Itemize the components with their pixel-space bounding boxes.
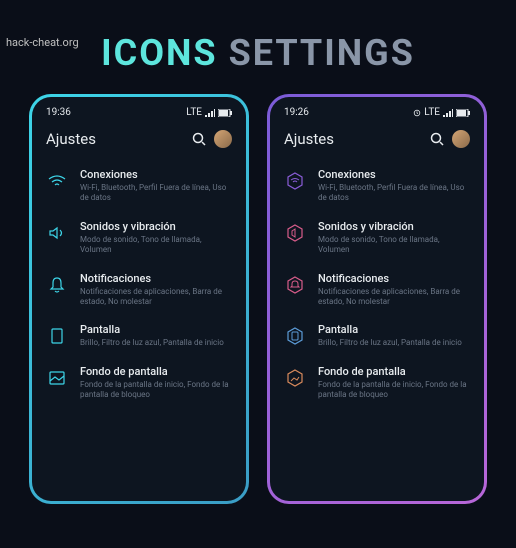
battery-icon — [456, 109, 470, 117]
item-title: Fondo de pantalla — [80, 365, 232, 378]
setting-display[interactable]: Pantalla Brillo, Filtro de luz azul, Pan… — [280, 315, 474, 356]
avatar[interactable] — [452, 130, 470, 148]
setting-notifications[interactable]: Notificaciones Notificaciones de aplicac… — [280, 264, 474, 316]
network-label: LTE — [186, 107, 202, 118]
item-title: Pantalla — [80, 323, 232, 336]
status-indicators: LTE — [186, 107, 232, 118]
setting-connections[interactable]: Conexiones Wi-Fi, Bluetooth, Perfil Fuer… — [42, 160, 236, 212]
item-title: Fondo de pantalla — [318, 365, 470, 378]
item-subtitle: Modo de sonido, Tono de llamada, Volumen — [318, 235, 470, 256]
settings-header: Ajustes — [42, 126, 236, 160]
signal-icon — [443, 109, 453, 117]
status-indicators: LTE — [413, 107, 470, 118]
phones-row: 19:36 LTE Ajustes Conexio — [0, 94, 516, 504]
setting-display[interactable]: Pantalla Brillo, Filtro de luz azul, Pan… — [42, 315, 236, 356]
display-icon — [46, 325, 68, 347]
setting-wallpaper[interactable]: Fondo de pantalla Fondo de la pantalla d… — [42, 357, 236, 409]
watermark-text: hack-cheat.org — [6, 36, 79, 49]
phone-screen: 19:36 LTE Ajustes Conexio — [32, 97, 246, 501]
item-title: Conexiones — [318, 168, 470, 181]
item-title: Notificaciones — [318, 272, 470, 285]
setting-wallpaper[interactable]: Fondo de pantalla Fondo de la pantalla d… — [280, 357, 474, 409]
setting-notifications[interactable]: Notificaciones Notificaciones de aplicac… — [42, 264, 236, 316]
wallpaper-icon — [284, 367, 306, 389]
item-subtitle: Notificaciones de aplicaciones, Barra de… — [318, 287, 470, 308]
alarm-icon — [413, 109, 421, 117]
item-subtitle: Brillo, Filtro de luz azul, Pantalla de … — [80, 338, 232, 348]
avatar[interactable] — [214, 130, 232, 148]
phone-screen: 19:26 LTE Ajustes — [270, 97, 484, 501]
sound-icon — [46, 222, 68, 244]
search-icon[interactable] — [430, 132, 444, 146]
wifi-icon — [46, 170, 68, 192]
item-subtitle: Fondo de la pantalla de inicio, Fondo de… — [318, 380, 470, 401]
sound-icon — [284, 222, 306, 244]
item-subtitle: Notificaciones de aplicaciones, Barra de… — [80, 287, 232, 308]
battery-icon — [218, 109, 232, 117]
display-icon — [284, 325, 306, 347]
setting-connections[interactable]: Conexiones Wi-Fi, Bluetooth, Perfil Fuer… — [280, 160, 474, 212]
header-title: Ajustes — [284, 130, 334, 148]
item-title: Pantalla — [318, 323, 470, 336]
item-title: Notificaciones — [80, 272, 232, 285]
title-accent: ICONS — [101, 32, 217, 74]
bell-icon — [284, 274, 306, 296]
wifi-icon — [284, 170, 306, 192]
status-bar: 19:26 LTE — [280, 105, 474, 126]
item-subtitle: Wi-Fi, Bluetooth, Perfil Fuera de línea,… — [318, 183, 470, 204]
item-subtitle: Wi-Fi, Bluetooth, Perfil Fuera de línea,… — [80, 183, 232, 204]
item-title: Sonidos y vibración — [318, 220, 470, 233]
status-time: 19:36 — [46, 107, 71, 118]
network-label: LTE — [424, 107, 440, 118]
title-muted: SETTINGS — [229, 32, 415, 74]
setting-sounds[interactable]: Sonidos y vibración Modo de sonido, Tono… — [42, 212, 236, 264]
item-subtitle: Fondo de la pantalla de inicio, Fondo de… — [80, 380, 232, 401]
status-time: 19:26 — [284, 107, 309, 118]
item-title: Sonidos y vibración — [80, 220, 232, 233]
item-subtitle: Brillo, Filtro de luz azul, Pantalla de … — [318, 338, 470, 348]
signal-icon — [205, 109, 215, 117]
search-icon[interactable] — [192, 132, 206, 146]
status-bar: 19:36 LTE — [42, 105, 236, 126]
wallpaper-icon — [46, 367, 68, 389]
settings-header: Ajustes — [280, 126, 474, 160]
bell-icon — [46, 274, 68, 296]
phone-mockup-purple: 19:26 LTE Ajustes — [267, 94, 487, 504]
setting-sounds[interactable]: Sonidos y vibración Modo de sonido, Tono… — [280, 212, 474, 264]
phone-mockup-cyan: 19:36 LTE Ajustes Conexio — [29, 94, 249, 504]
item-subtitle: Modo de sonido, Tono de llamada, Volumen — [80, 235, 232, 256]
header-title: Ajustes — [46, 130, 96, 148]
item-title: Conexiones — [80, 168, 232, 181]
